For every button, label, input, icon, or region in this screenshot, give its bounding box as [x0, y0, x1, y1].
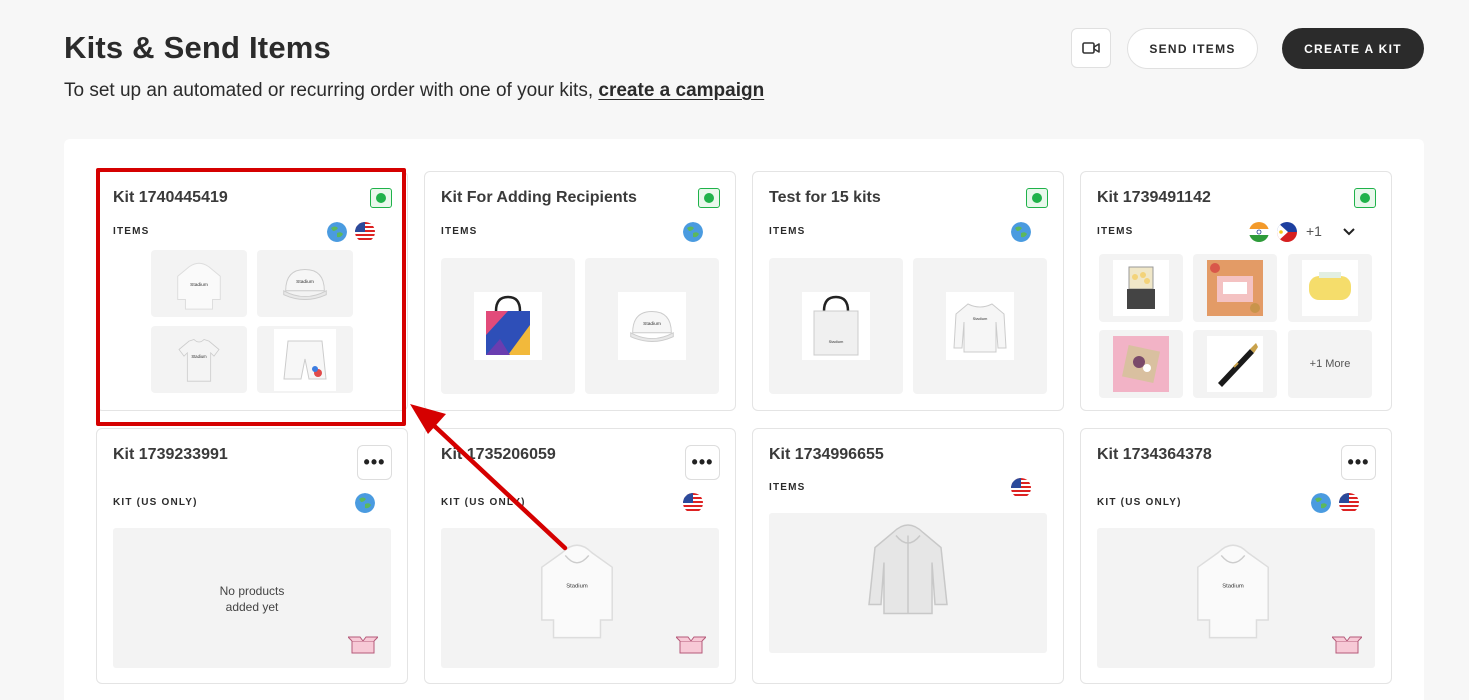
send-items-button[interactable]: SEND ITEMS	[1127, 28, 1258, 69]
kit-label: ITEMS	[1097, 226, 1134, 237]
kit-title: Kit For Adding Recipients	[441, 189, 637, 206]
kit-label: KIT (US ONLY)	[441, 497, 526, 508]
item-thumbnail-hoodie: Stadium	[151, 250, 247, 317]
kit-label: KIT (US ONLY)	[113, 497, 198, 508]
philippines-flag-icon	[1277, 222, 1297, 242]
kit-card[interactable]: Kit 1734364378 ••• KIT (US ONLY) Stadium	[1080, 428, 1392, 684]
svg-text:Stadium: Stadium	[191, 354, 207, 359]
more-items-indicator[interactable]: +1 More	[1288, 330, 1372, 398]
active-status-indicator	[698, 188, 720, 208]
kit-card[interactable]: Kit 1734996655 ITEMS	[752, 428, 1064, 684]
kit-card[interactable]: Test for 15 kits ITEMS Stadium Stadium	[752, 171, 1064, 411]
item-thumbnail-sweatshirt: Stadium	[913, 258, 1047, 394]
item-thumbnail-popcorn-maker	[1099, 254, 1183, 322]
active-status-indicator	[1026, 188, 1048, 208]
empty-products-line-1: No products	[219, 584, 285, 598]
active-status-indicator	[370, 188, 392, 208]
item-thumbnail-pen	[1193, 330, 1277, 398]
item-thumbnail-tote-bag	[441, 258, 575, 394]
video-tutorial-button[interactable]	[1071, 28, 1111, 68]
subtitle-text: To set up an automated or recurring orde…	[64, 80, 594, 101]
item-thumbnail-cap: Stadium	[257, 250, 353, 317]
empty-products-text: No products added yet	[113, 583, 391, 615]
item-thumbnail-hoodie: Stadium	[1189, 532, 1283, 647]
svg-text:Stadium: Stadium	[566, 584, 588, 590]
chevron-down-icon[interactable]	[1342, 227, 1356, 237]
svg-text:Stadium: Stadium	[973, 316, 988, 321]
extra-regions-count: +1	[1306, 223, 1322, 239]
item-thumbnail-soap	[1288, 254, 1372, 322]
globe-icon	[355, 493, 375, 513]
globe-icon	[1011, 222, 1031, 242]
svg-text:Stadium: Stadium	[643, 321, 661, 327]
kit-title: Kit 1739491142	[1097, 189, 1211, 206]
open-box-icon	[676, 636, 706, 654]
item-thumbnail-shorts	[257, 326, 353, 393]
more-options-button[interactable]: •••	[1341, 445, 1376, 480]
item-preview: Stadium	[1097, 528, 1375, 668]
svg-text:Stadium: Stadium	[190, 281, 208, 287]
kit-title: Kit 1739233991	[113, 446, 228, 463]
globe-icon	[683, 222, 703, 242]
item-thumbnail-cap: Stadium	[585, 258, 719, 394]
us-flag-icon	[683, 493, 703, 513]
us-flag-icon	[1011, 478, 1031, 498]
item-thumbnail-snack-box	[1193, 254, 1277, 322]
kit-card[interactable]: Kit 1739491142 ITEMS +1 +1 More	[1080, 171, 1392, 411]
active-status-indicator	[1354, 188, 1376, 208]
more-options-button[interactable]: •••	[685, 445, 720, 480]
create-kit-button[interactable]: CREATE A KIT	[1282, 28, 1424, 69]
kit-title: Kit 1735206059	[441, 446, 556, 463]
kit-label: ITEMS	[769, 482, 806, 493]
us-flag-icon	[1339, 493, 1359, 513]
kit-title: Kit 1734364378	[1097, 446, 1212, 463]
svg-text:Stadium: Stadium	[829, 339, 844, 344]
item-thumbnail-tote-bag: Stadium	[769, 258, 903, 394]
page-title: Kits & Send Items	[64, 30, 331, 65]
open-box-icon	[1332, 636, 1362, 654]
kit-card[interactable]: Kit 1739233991 ••• KIT (US ONLY) No prod…	[96, 428, 408, 684]
page-subtitle: To set up an automated or recurring orde…	[64, 80, 764, 102]
kit-title: Kit 1740445419	[113, 189, 228, 206]
empty-products-placeholder: No products added yet	[113, 528, 391, 668]
kit-label: ITEMS	[769, 226, 806, 237]
us-flag-icon	[355, 222, 375, 242]
kit-title: Test for 15 kits	[769, 189, 881, 206]
svg-text:Stadium: Stadium	[1222, 584, 1244, 590]
kit-label: ITEMS	[441, 226, 478, 237]
globe-icon	[327, 222, 347, 242]
more-options-button[interactable]: •••	[357, 445, 392, 480]
item-thumbnail-windbreaker	[868, 524, 948, 615]
kit-title: Kit 1734996655	[769, 446, 884, 463]
item-thumbnail-hoodie: Stadium	[533, 532, 627, 647]
india-flag-icon	[1249, 222, 1269, 242]
kit-label: KIT (US ONLY)	[1097, 497, 1182, 508]
open-box-icon	[348, 636, 378, 654]
kit-card[interactable]: Kit 1735206059 ••• KIT (US ONLY) Stadium	[424, 428, 736, 684]
kit-card[interactable]: Kit 1740445419 ITEMS Stadium Stadium Sta…	[96, 171, 408, 411]
item-thumbnail-gift-box	[1099, 330, 1183, 398]
item-preview	[769, 513, 1047, 653]
item-thumbnail-tshirt: Stadium	[151, 326, 247, 393]
video-camera-icon	[1082, 42, 1100, 54]
empty-products-line-2: added yet	[225, 600, 279, 614]
create-campaign-link[interactable]: create a campaign	[598, 80, 764, 101]
svg-text:Stadium: Stadium	[296, 279, 314, 285]
globe-icon	[1311, 493, 1331, 513]
item-preview: Stadium	[441, 528, 719, 668]
kit-label: ITEMS	[113, 226, 150, 237]
kit-card[interactable]: Kit For Adding Recipients ITEMS Stadium	[424, 171, 736, 411]
